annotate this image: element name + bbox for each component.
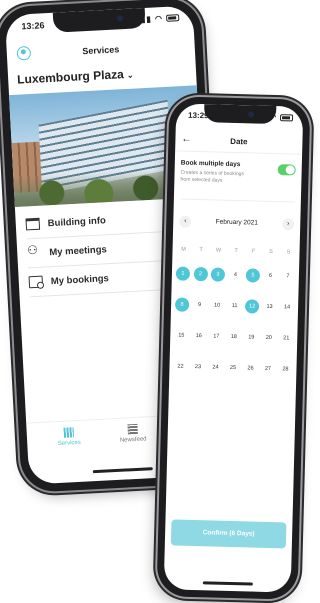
page-title: Date (230, 136, 248, 147)
battery-icon (279, 113, 294, 122)
calendar-day[interactable]: 20 (262, 330, 276, 344)
newsfeed-icon (127, 423, 138, 435)
date-nav-bar: ← Date (175, 131, 303, 155)
calendar-day-selected[interactable]: 3 (210, 266, 226, 282)
calendar-day[interactable]: 23 (191, 359, 205, 373)
tab-newsfeed[interactable]: Newsfeed (102, 423, 163, 445)
calendar-day-selected[interactable]: 2 (193, 266, 208, 281)
phone-date-picker: 13:29 ▮▮ ◠ ← Date Book multiple days Cre… (156, 96, 311, 600)
camera (247, 111, 254, 118)
calendar-day[interactable]: 16 (192, 328, 206, 342)
calendar-week: 1234567 (175, 257, 296, 291)
toggle-help-text: Creates a series of bookings from select… (180, 169, 245, 184)
calendar-day[interactable]: 6 (263, 268, 277, 282)
calendar-week: 22 23 24 25 26 27 28 (173, 350, 293, 384)
weekday-label: W (215, 247, 222, 254)
building-icon (25, 217, 41, 231)
calendar-header: ‹ February 2021 › (179, 215, 295, 233)
location-selector[interactable]: Luxembourg Plaza ⌄ (17, 67, 134, 87)
services-icon (63, 427, 75, 438)
calendar-day[interactable]: 21 (279, 331, 293, 345)
tab-label: Services (57, 439, 81, 448)
multiple-days-row: Book multiple days Creates a series of b… (179, 159, 296, 203)
calendar-day[interactable]: 19 (244, 330, 258, 344)
home-indicator (92, 467, 153, 474)
calendar-day-selected[interactable]: 12 (244, 298, 260, 314)
home-indicator (202, 581, 253, 586)
calendar-day[interactable]: 25 (226, 360, 240, 374)
date-screen: 13:29 ▮▮ ◠ ← Date Book multiple days Cre… (163, 103, 304, 593)
confirm-button[interactable]: Confirm (6 Days) (170, 519, 287, 549)
calendar-week: 8 9 10 11 12 13 14 (174, 288, 295, 322)
weekday-label: T (234, 247, 238, 255)
services-header: Services (6, 35, 195, 67)
calendar-day-selected[interactable]: 5 (245, 267, 261, 283)
tab-services[interactable]: Services (39, 426, 100, 448)
multiple-days-toggle[interactable] (277, 164, 296, 176)
calendar-day[interactable]: 17 (209, 329, 223, 343)
menu-item-label: My bookings (50, 272, 110, 287)
calendar-day[interactable]: 22 (173, 359, 187, 373)
meetings-icon (27, 247, 42, 260)
notch (203, 104, 276, 125)
calendar-day-selected[interactable]: 1 (175, 265, 191, 281)
page-title: Services (82, 44, 120, 57)
calendar-day[interactable]: 7 (281, 269, 295, 283)
calendar-week: 15 16 17 18 19 20 21 (174, 319, 294, 353)
location-name: Luxembourg Plaza (16, 67, 125, 87)
status-icons: ▮▮ ◠ (141, 13, 180, 24)
weekday-label: S (286, 249, 291, 256)
menu-item-label: Building info (47, 214, 107, 229)
calendar-day[interactable]: 9 (192, 297, 206, 311)
calendar-day[interactable]: 15 (174, 328, 188, 342)
calendar-day[interactable]: 28 (278, 362, 292, 376)
tab-label: Newsfeed (119, 436, 147, 444)
menu-item-label: My meetings (49, 243, 108, 258)
weekday-label: S (269, 248, 273, 255)
status-time: 13:26 (21, 20, 45, 32)
calendar-day[interactable]: 10 (210, 298, 224, 312)
calendar-day[interactable]: 14 (280, 300, 294, 314)
calendar-day[interactable]: 11 (227, 298, 241, 312)
weekday-label: F (251, 248, 256, 255)
chevron-down-icon: ⌄ (126, 70, 134, 80)
calendar-day[interactable]: 26 (243, 361, 257, 375)
calendar-icon (28, 275, 44, 289)
calendar-day[interactable]: 13 (262, 299, 276, 313)
weekday-label: T (199, 247, 203, 254)
calendar-month: February 2021 (215, 218, 259, 227)
next-month-button[interactable]: › (282, 218, 295, 231)
camera (116, 15, 124, 22)
calendar-day[interactable]: 4 (228, 267, 242, 281)
calendar-day[interactable]: 24 (208, 360, 222, 374)
calendar-day[interactable]: 27 (261, 361, 275, 375)
calendar-day[interactable]: 18 (227, 329, 241, 343)
calendar-grid: M T W T F S S 1 2 3 4 5 6 7 8 9 10 11 12 13 14 15 16 17 18 19 20 21… (173, 241, 296, 384)
calendar-day-selected[interactable]: 8 (174, 296, 190, 312)
battery-icon (166, 14, 180, 23)
weekday-label: M (181, 246, 186, 253)
